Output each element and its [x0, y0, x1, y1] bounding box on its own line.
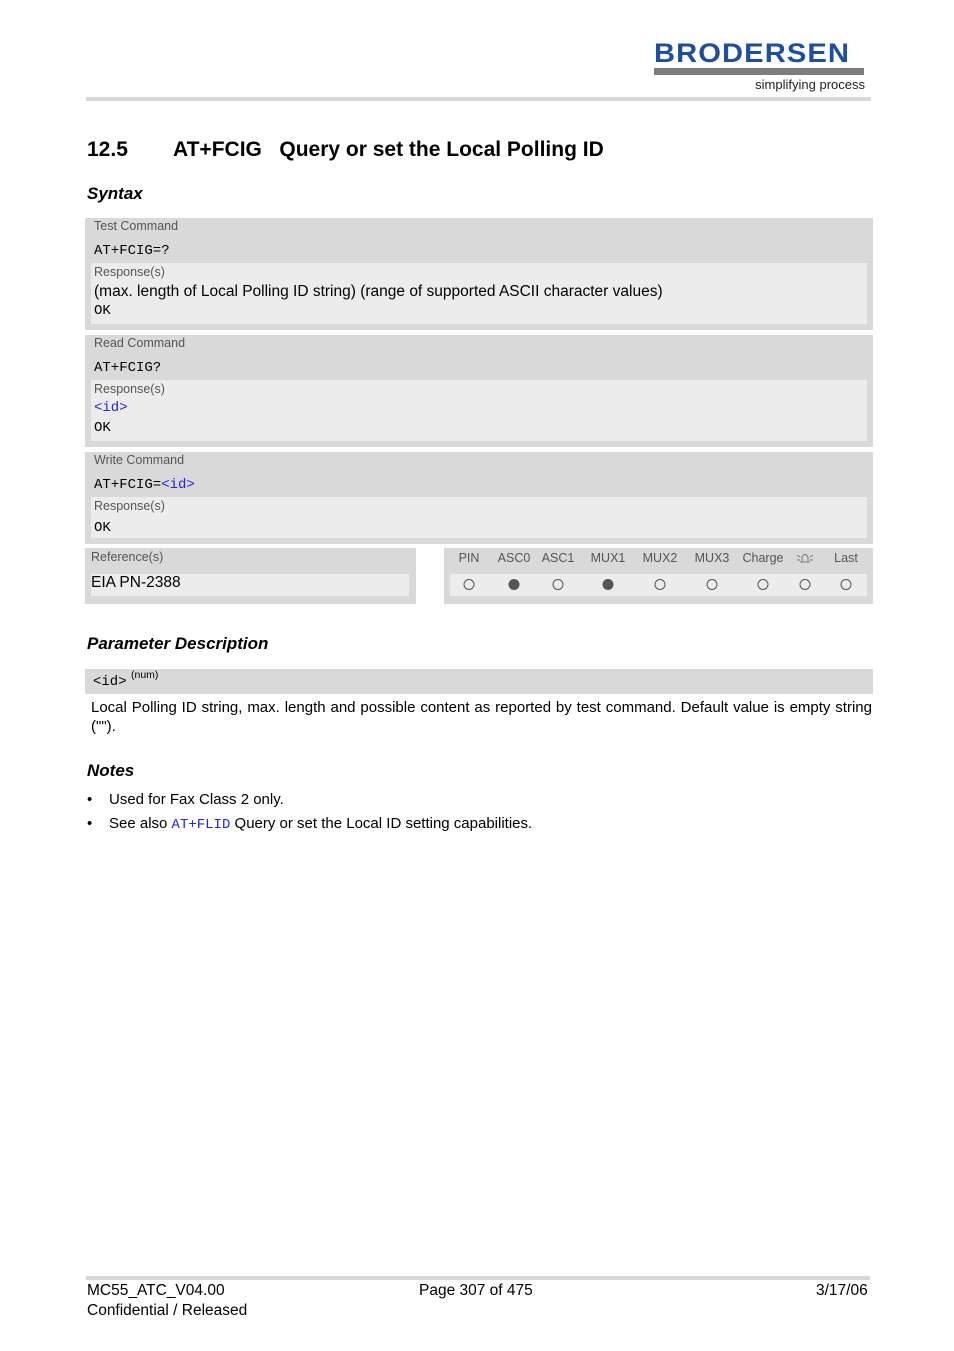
- footer-date: 3/17/06: [816, 1282, 868, 1299]
- parameter-description-heading: Parameter Description: [87, 634, 269, 653]
- flag-header-charge: Charge: [742, 551, 784, 565]
- flag-header-pin: PIN: [458, 551, 480, 565]
- unsupported-indicator-icon: [840, 579, 852, 590]
- footer-doc-id: MC55_ATC_V04.00: [87, 1282, 225, 1299]
- flags-block: PIN ASC0 ASC1 MUX1 MUX2 MUX3 Charge Last: [444, 548, 873, 604]
- flag-header-asc1: ASC1: [541, 551, 575, 565]
- section-number: 12.5: [87, 138, 128, 161]
- read-command-block: Read Command AT+FCIG? Response(s) <id> O…: [85, 335, 873, 447]
- flag-header-mux2: MUX2: [642, 551, 678, 565]
- section-title-text: AT+FCIG Query or set the Local Polling I…: [173, 138, 604, 161]
- parameter-name: <id>: [93, 674, 127, 690]
- read-command-text: AT+FCIG?: [94, 360, 162, 376]
- bullet: •: [87, 815, 93, 832]
- test-command-label: Test Command: [94, 219, 179, 233]
- test-response-ok: OK: [94, 303, 111, 319]
- note-prefix: See also: [109, 815, 172, 832]
- parameter-description: Local Polling ID string, max. length and…: [91, 699, 872, 735]
- section-title: 12.5 AT+FCIG Query or set the Local Polli…: [87, 138, 604, 162]
- unsupported-indicator-icon: [799, 579, 811, 590]
- read-response-ok: OK: [94, 420, 111, 436]
- footer-divider: [86, 1276, 870, 1280]
- flag-header-last: Last: [834, 551, 858, 565]
- alarm-bell-icon: [796, 551, 814, 568]
- write-response: Response(s) OK: [91, 497, 867, 538]
- read-response: Response(s) <id> OK: [91, 380, 867, 441]
- test-response-label: Response(s): [94, 265, 165, 279]
- reference-block: Reference(s) EIA PN-2388: [85, 548, 416, 604]
- write-response-ok: OK: [94, 520, 111, 536]
- header-divider: [86, 97, 871, 101]
- unsupported-indicator-icon: [463, 579, 475, 590]
- brand-logo: BRODERSEN simplifying process: [654, 40, 866, 92]
- test-command-block: Test Command AT+FCIG=? Response(s) (max.…: [85, 218, 873, 330]
- flag-header-mux3: MUX3: [694, 551, 730, 565]
- bullet: •: [87, 791, 93, 808]
- note-item: • See also AT+FLID Query or set the Local…: [87, 815, 532, 833]
- unsupported-indicator-icon: [706, 579, 718, 590]
- read-response-param[interactable]: <id>: [94, 400, 867, 420]
- note-item: • Used for Fax Class 2 only.: [87, 791, 284, 808]
- parameter-header: <id> (num): [85, 669, 873, 694]
- unsupported-indicator-icon: [757, 579, 769, 590]
- unsupported-indicator-icon: [552, 579, 564, 590]
- brand-tagline: simplifying process: [755, 77, 865, 92]
- logo-bar: [654, 68, 864, 75]
- write-command-param[interactable]: <id>: [161, 477, 195, 493]
- write-response-label: Response(s): [94, 499, 165, 513]
- test-command-text: AT+FCIG=?: [94, 243, 170, 259]
- read-command-label: Read Command: [94, 336, 186, 350]
- write-command-block: Write Command AT+FCIG=<id> Response(s) O…: [85, 452, 873, 544]
- reference-value: EIA PN-2388: [91, 574, 409, 596]
- footer-status: Confidential / Released: [87, 1302, 248, 1319]
- test-response-line: (max. length of Local Polling ID string)…: [94, 283, 663, 300]
- reference-label: Reference(s): [91, 550, 164, 564]
- note-suffix: Query or set the Local ID setting capabi…: [230, 815, 533, 832]
- write-command-text: AT+FCIG=<id>: [85, 473, 873, 497]
- supported-indicator-icon: [508, 579, 520, 590]
- write-command-prefix: AT+FCIG=: [94, 477, 162, 493]
- flag-header-mux1: MUX1: [590, 551, 626, 565]
- write-command-label: Write Command: [94, 453, 185, 467]
- flid-link[interactable]: AT+FLID: [172, 817, 231, 833]
- brand-name: BRODERSEN: [654, 38, 851, 68]
- supported-indicator-icon: [602, 579, 614, 590]
- notes-heading: Notes: [87, 761, 135, 780]
- footer-page: Page 307 of 475: [419, 1282, 533, 1299]
- syntax-heading: Syntax: [87, 184, 143, 203]
- note-text: Used for Fax Class 2 only.: [109, 791, 284, 808]
- flag-header-asc0: ASC0: [497, 551, 531, 565]
- test-response: Response(s) (max. length of Local Pollin…: [91, 263, 867, 324]
- read-response-label: Response(s): [94, 382, 165, 396]
- parameter-type: (num): [131, 669, 159, 681]
- unsupported-indicator-icon: [654, 579, 666, 590]
